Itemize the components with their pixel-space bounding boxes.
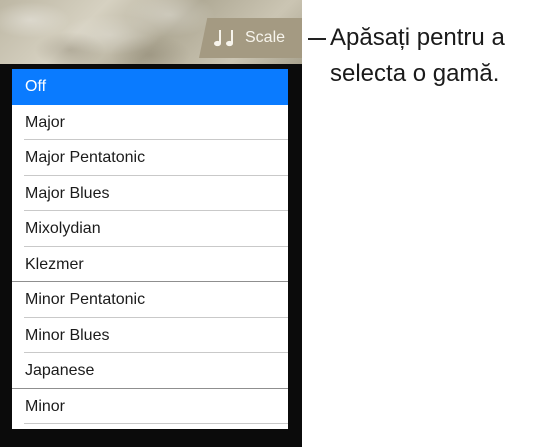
callout-line-1: Apăsați pentru a	[330, 24, 505, 51]
music-notes-icon	[214, 28, 236, 48]
scale-button[interactable]: Scale	[199, 18, 302, 58]
scale-option-mixolydian[interactable]: Mixolydian	[12, 211, 288, 247]
callout-line	[308, 38, 326, 40]
app-frame: Scale Off Major Major Pentatonic Major B…	[0, 0, 302, 447]
callout-text: Apăsați pentru a selecta o gamă.	[330, 20, 548, 92]
scale-button-label: Scale	[245, 29, 286, 46]
scale-option-minor-pentatonic[interactable]: Minor Pentatonic	[12, 282, 288, 318]
scale-option-major-pentatonic[interactable]: Major Pentatonic	[12, 140, 288, 176]
scale-option-japanese[interactable]: Japanese	[12, 353, 288, 389]
callout-line-2: selecta o gamă.	[330, 60, 500, 87]
scale-option-off[interactable]: Off	[12, 69, 288, 105]
scale-menu: Off Major Major Pentatonic Major Blues M…	[12, 69, 288, 429]
scale-option-minor[interactable]: Minor	[12, 389, 288, 425]
toolbar: Scale	[0, 0, 302, 64]
scale-option-minor-blues[interactable]: Minor Blues	[12, 318, 288, 354]
scale-option-klezmer[interactable]: Klezmer	[12, 247, 288, 283]
scale-option-major-blues[interactable]: Major Blues	[12, 176, 288, 212]
scale-option-major[interactable]: Major	[12, 105, 288, 141]
